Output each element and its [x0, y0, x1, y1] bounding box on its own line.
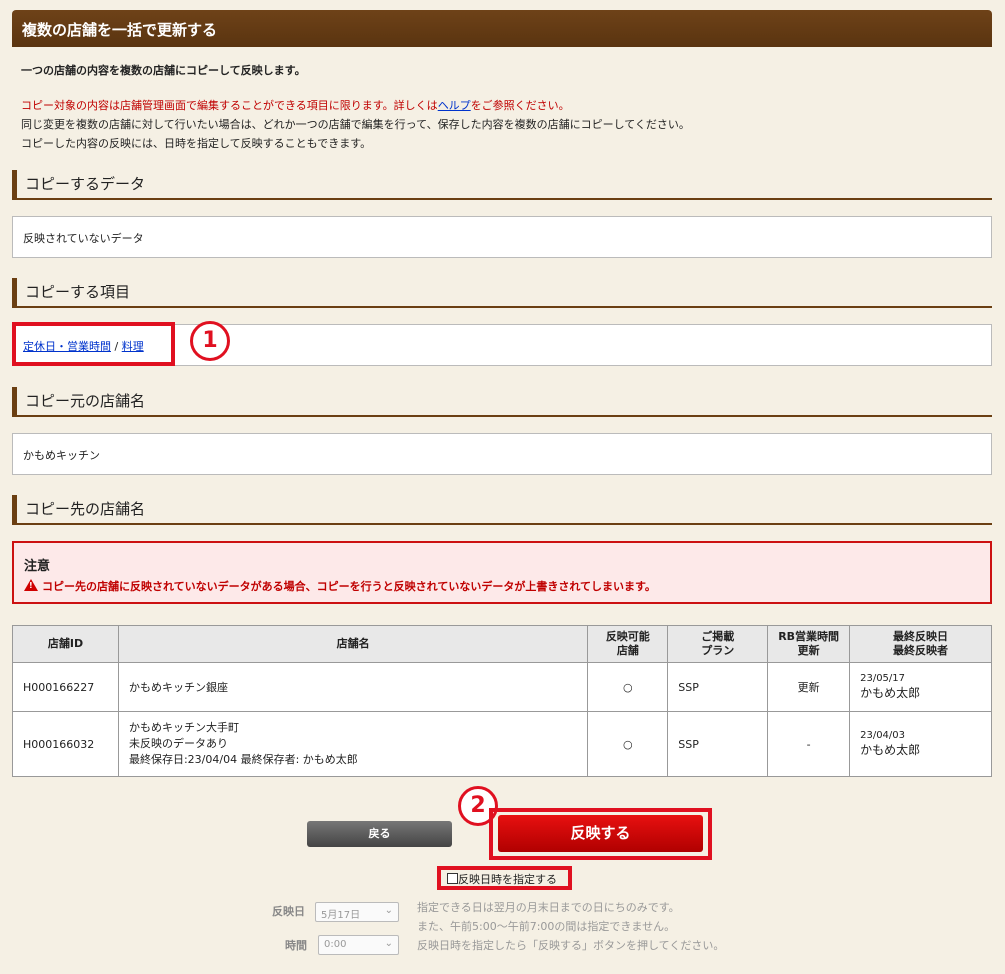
- table-row: H000166032 かもめキッチン大手町 未反映のデータあり最終保存日:23/0…: [12, 711, 992, 777]
- header-name: 店舗名: [117, 625, 589, 663]
- back-button[interactable]: 戻る: [307, 821, 452, 847]
- note-2: 同じ変更を複数の店舗に対して行いたい場合は、どれか一つの店舗で編集を行って、保存…: [21, 118, 690, 131]
- cell-rb: 更新: [767, 662, 851, 712]
- cell-plan: SSP: [667, 711, 769, 777]
- schedule-checkbox[interactable]: [447, 873, 458, 884]
- schedule-note-3: 反映日時を指定したら「反映する」ボタンを押してください。: [417, 939, 725, 952]
- table-row: H000166227 かもめキッチン銀座 ○ SSP 更新 23/05/17 かも…: [12, 662, 992, 712]
- chevron-down-icon: ⌄: [384, 938, 393, 949]
- schedule-note-2: また、午前5:00〜午前7:00の間は指定できません。: [417, 920, 676, 933]
- schedule-notes: 指定できる日は翌月の月末日までの日にちのみです。 また、午前5:00〜午前7:0…: [417, 898, 724, 955]
- cell-name: かもめキッチン銀座: [117, 662, 589, 712]
- header-rb: RB営業時間 更新: [767, 625, 851, 663]
- schedule-note-1: 指定できる日は翌月の月末日までの日にちのみです。: [417, 901, 680, 914]
- caution-message: コピー先の店舗に反映されていないデータがある場合、コピーを行うと反映されていない…: [42, 580, 656, 593]
- chevron-down-icon: ⌄: [384, 905, 393, 916]
- annotation-circle-1: 1: [190, 321, 230, 361]
- header-plan-2: プラン: [701, 644, 735, 657]
- header-id: 店舗ID: [12, 625, 119, 663]
- time-select-value: 0:00: [324, 939, 347, 950]
- caution-title: 注意: [24, 559, 51, 574]
- header-last: 最終反映日 最終反映者: [849, 625, 992, 663]
- warning-icon: [24, 579, 38, 591]
- copy-data-value: 反映されていないデータ: [12, 216, 992, 258]
- cell-plan: SSP: [667, 662, 769, 712]
- cell-id: H000166032: [12, 711, 119, 777]
- cell-reflectable: ○: [587, 711, 669, 777]
- source-store-value: かもめキッチン: [12, 433, 992, 475]
- section-copy-data-heading: コピーするデータ: [12, 170, 992, 200]
- header-reflectable-2: 店舗: [616, 644, 639, 657]
- date-select-value: 5月17日: [321, 910, 361, 921]
- cell-last-user: かもめ太郎: [860, 743, 921, 757]
- intro-text: 一つの店舗の内容を複数の店舗にコピーして反映します。: [21, 64, 306, 77]
- help-link[interactable]: ヘルプ: [438, 99, 471, 112]
- notes-block: コピー対象の内容は店舗管理画面で編集することができる項目に限ります。詳しくはヘル…: [21, 96, 690, 153]
- header-plan-1: ご掲載: [701, 630, 735, 643]
- note-3: コピーした内容の反映には、日時を指定して反映することもできます。: [21, 137, 372, 150]
- caution-message-row: コピー先の店舗に反映されていないデータがある場合、コピーを行うと反映されていない…: [24, 578, 980, 594]
- page-title: 複数の店舗を一括で更新する: [12, 10, 992, 47]
- cell-rb: -: [767, 711, 851, 777]
- table-header-row: 店舗ID 店舗名 反映可能 店舗 ご掲載 プラン RB営業時間 更新 最終反映日 最終反…: [12, 625, 992, 663]
- cell-id: H000166227: [12, 662, 119, 712]
- cell-last-date: 23/04/03: [860, 730, 906, 741]
- schedule-checkbox-label: 反映日時を指定する: [458, 873, 557, 886]
- caution-box: 注意 コピー先の店舗に反映されていないデータがある場合、コピーを行うと反映されて…: [12, 541, 992, 604]
- header-rb-1: RB営業時間: [778, 630, 840, 643]
- note-red: コピー対象の内容は店舗管理画面で編集することができる項目に限ります。詳しくはヘル…: [21, 96, 690, 115]
- date-label: 反映日: [272, 905, 305, 918]
- cell-last: 23/05/17 かもめ太郎: [849, 662, 992, 712]
- cell-name-sub2: 最終保存日:23/04/04 最終保存者: かもめ太郎: [128, 753, 358, 766]
- schedule-checkbox-wrap[interactable]: 反映日時を指定する: [437, 866, 572, 890]
- header-rb-2: 更新: [797, 644, 820, 657]
- header-reflectable-1: 反映可能: [605, 630, 650, 643]
- header-last-1: 最終反映日: [893, 630, 949, 643]
- cell-last-user: かもめ太郎: [860, 686, 921, 700]
- cell-last: 23/04/03 かもめ太郎: [849, 711, 992, 777]
- cell-last-date: 23/05/17: [860, 673, 906, 684]
- note-red-text2: をご参照ください。: [470, 99, 570, 112]
- time-label: 時間: [285, 939, 307, 952]
- section-target-heading: コピー先の店舗名: [12, 495, 992, 525]
- section-copy-items-heading: コピーする項目: [12, 278, 992, 308]
- apply-button[interactable]: 反映する: [498, 815, 703, 852]
- cell-name-main: かもめキッチン大手町: [128, 721, 239, 734]
- header-plan: ご掲載 プラン: [667, 625, 769, 663]
- date-select[interactable]: 5月17日 ⌄: [315, 902, 399, 922]
- cell-reflectable: ○: [587, 662, 669, 712]
- header-last-2: 最終反映者: [893, 644, 949, 657]
- stores-table: 店舗ID 店舗名 反映可能 店舗 ご掲載 プラン RB営業時間 更新 最終反映日 最終反…: [12, 625, 992, 777]
- highlight-copy-items: [12, 322, 175, 366]
- cell-name: かもめキッチン大手町 未反映のデータあり最終保存日:23/04/04 最終保存者:…: [117, 711, 589, 777]
- cell-name-sub1: 未反映のデータあり: [128, 737, 228, 750]
- section-source-heading: コピー元の店舗名: [12, 387, 992, 417]
- time-select[interactable]: 0:00 ⌄: [318, 935, 399, 955]
- header-reflectable: 反映可能 店舗: [587, 625, 669, 663]
- note-red-text1: コピー対象の内容は店舗管理画面で編集することができる項目に限ります。詳しくは: [21, 99, 438, 112]
